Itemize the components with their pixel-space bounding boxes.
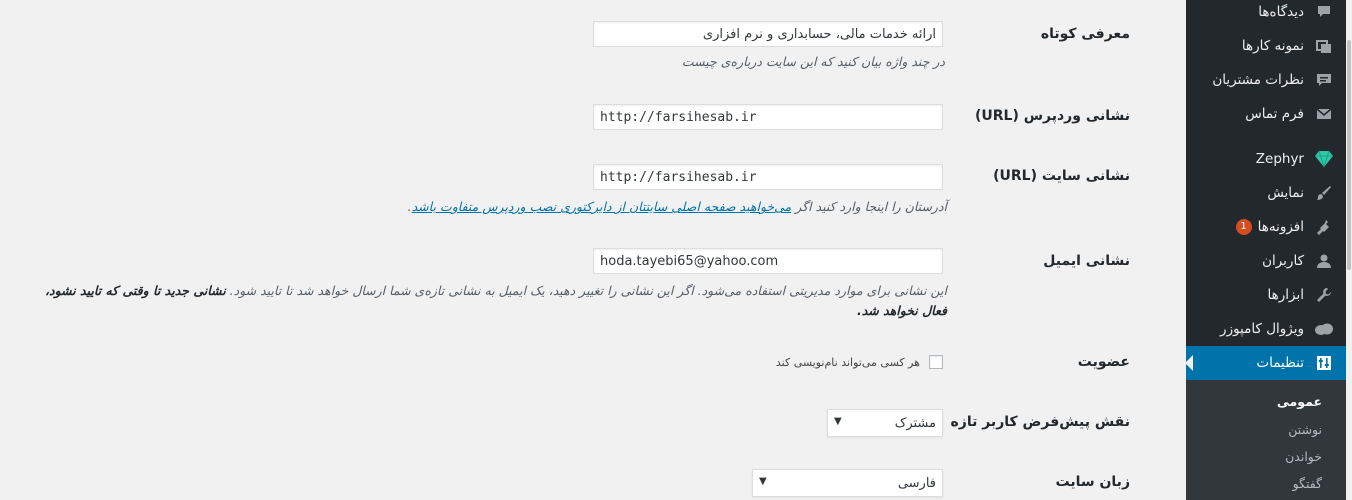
- wordpress-url-label: نشانی وردپرس (URL): [974, 108, 1130, 124]
- portfolio-icon: [1314, 36, 1334, 56]
- sidebar-item-comments[interactable]: دیدگاه‌ها: [1186, 0, 1340, 29]
- tagline-label: معرفی کوتاه: [1040, 26, 1130, 42]
- sidebar-item-label: نمونه کارها: [1241, 38, 1304, 54]
- sidebar-item-label: تنظیمات: [1256, 355, 1304, 371]
- dropdown-arrow-icon: ▼: [759, 476, 767, 487]
- sidebar-item-label: فرم تماس: [1245, 106, 1304, 122]
- sidebar-item-testimonials[interactable]: نظرات مشتریان: [1186, 63, 1340, 97]
- dropdown-arrow-icon: ▼: [834, 416, 842, 427]
- tagline-input[interactable]: ارائه خدمات مالی، حسابداری و نرم افزاری: [593, 21, 943, 47]
- sidebar-item-contact-form[interactable]: فرم تماس: [1186, 97, 1340, 131]
- site-language-select[interactable]: فارسی ▼: [752, 469, 943, 497]
- description-text: این نشانی برای موارد مدیریتی استفاده می‌…: [225, 283, 947, 298]
- sidebar-item-label: دیدگاه‌ها: [1258, 4, 1304, 20]
- comment-icon: [1314, 2, 1334, 22]
- paintbrush-icon: [1314, 183, 1334, 203]
- submenu-general[interactable]: عمومی: [1277, 394, 1322, 409]
- wordpress-url-input[interactable]: http://farsihesab.ir: [593, 104, 943, 130]
- submenu-discussion[interactable]: گفتگو: [1293, 476, 1322, 491]
- sidebar-item-portfolio[interactable]: نمونه کارها: [1186, 29, 1340, 63]
- user-icon: [1314, 251, 1334, 271]
- sidebar-item-plugins[interactable]: افزونه‌ها 1: [1186, 210, 1340, 244]
- testimonial-icon: [1314, 70, 1334, 90]
- sidebar-item-visual-composer[interactable]: ویژوال کامپوزر: [1186, 312, 1340, 346]
- anyone-can-register-checkbox[interactable]: [929, 355, 943, 369]
- site-url-description: آدرستان را اینجا وارد کنید اگر می‌خواهید…: [340, 199, 947, 214]
- sidebar-item-tools[interactable]: ابزارها: [1186, 278, 1340, 312]
- update-count-badge: 1: [1235, 219, 1252, 235]
- email-input[interactable]: hoda.tayebi65@yahoo.com: [593, 248, 943, 274]
- tagline-description: در چند واژه بیان کنید که این سایت درباره…: [681, 54, 945, 69]
- cloud-icon: [1314, 319, 1334, 339]
- anyone-can-register-label[interactable]: هر کسی می‌تواند نام‌نویسی کند: [776, 356, 920, 369]
- wrench-icon: [1314, 285, 1334, 305]
- site-url-label: نشانی سایت (URL): [993, 168, 1130, 184]
- site-language-label: زبان سایت: [1055, 474, 1131, 490]
- default-role-select[interactable]: مشترک ▼: [827, 409, 943, 437]
- email-description: این نشانی برای موارد مدیریتی استفاده می‌…: [30, 281, 947, 321]
- select-value: مشترک: [894, 416, 936, 431]
- sidebar-item-settings[interactable]: تنظیمات: [1185, 346, 1346, 380]
- default-role-label: نقش پیش‌فرض کاربر تازه: [950, 414, 1130, 430]
- sidebar-item-label: نظرات مشتریان: [1212, 72, 1304, 88]
- scrollbar-thumb[interactable]: [1347, 40, 1351, 270]
- membership-label: عضویت: [1077, 354, 1130, 370]
- email-label: نشانی ایمیل: [1043, 253, 1130, 269]
- sidebar-item-label: کاربران: [1262, 253, 1304, 269]
- plugin-icon: [1314, 217, 1334, 237]
- submenu-writing[interactable]: نوشتن: [1288, 422, 1322, 437]
- settings-icon: [1314, 353, 1334, 373]
- mail-icon: [1314, 104, 1334, 124]
- sidebar-item-label: ویژوال کامپوزر: [1220, 321, 1304, 337]
- page-scrollbar[interactable]: [1346, 0, 1352, 500]
- select-value: فارسی: [897, 476, 936, 491]
- sidebar-item-appearance[interactable]: نمایش: [1186, 176, 1340, 210]
- sidebar-item-label: Zephyr: [1255, 151, 1304, 167]
- site-url-help-link[interactable]: می‌خواهید صفحه اصلی سایتتان از دایرکتوری…: [412, 199, 792, 214]
- sidebar-item-users[interactable]: کاربران: [1186, 244, 1340, 278]
- description-text: آدرستان را اینجا وارد کنید اگر: [791, 199, 947, 214]
- sidebar-item-label: ابزارها: [1267, 287, 1304, 303]
- submenu-reading[interactable]: خواندن: [1285, 449, 1322, 464]
- sidebar-item-label: افزونه‌ها: [1257, 219, 1304, 235]
- site-url-input[interactable]: http://farsihesab.ir: [593, 164, 943, 190]
- sidebar-item-label: نمایش: [1267, 185, 1304, 201]
- sidebar-item-zephyr[interactable]: Zephyr: [1186, 142, 1340, 176]
- settings-submenu: [1186, 380, 1346, 500]
- diamond-icon: [1314, 149, 1334, 169]
